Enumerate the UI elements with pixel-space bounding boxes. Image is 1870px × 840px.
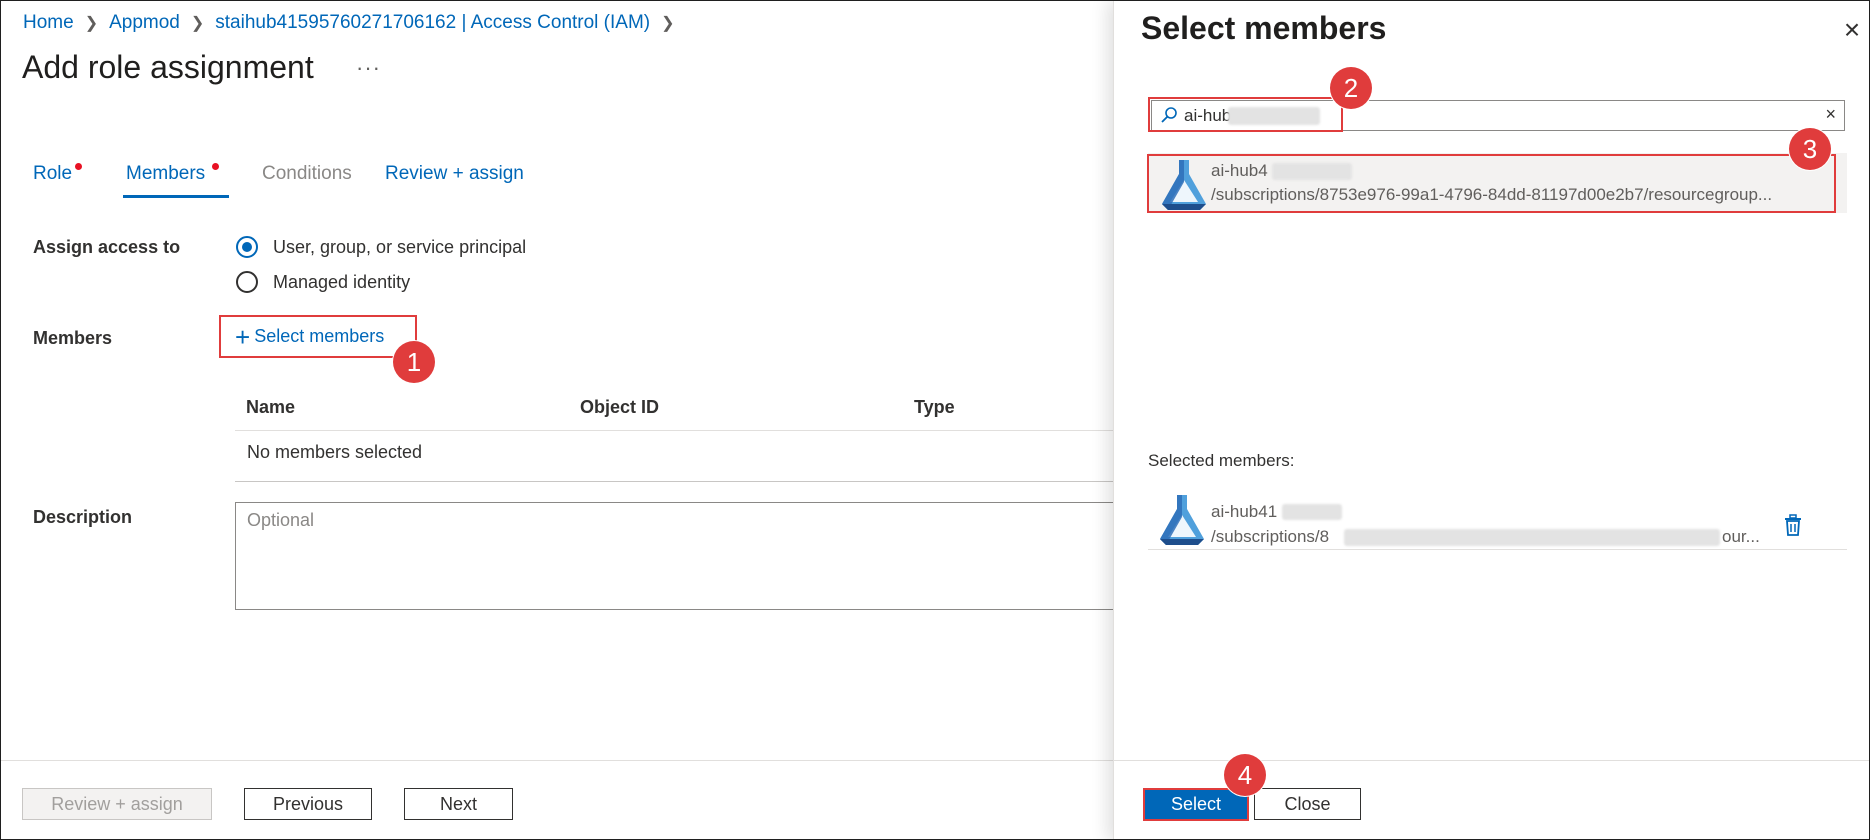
clear-icon[interactable]: × bbox=[1825, 104, 1836, 125]
result-highlight-box bbox=[1147, 154, 1836, 213]
footer-divider bbox=[1, 760, 1113, 761]
selected-members-label: Selected members: bbox=[1148, 451, 1295, 470]
review-assign-button[interactable]: Review + assign bbox=[22, 788, 212, 820]
search-highlight-box bbox=[1148, 97, 1343, 132]
trash-icon[interactable] bbox=[1782, 513, 1804, 537]
empty-state-text: No members selected bbox=[247, 442, 423, 462]
members-label: Members bbox=[33, 328, 113, 348]
tab-members-label: Members bbox=[126, 163, 206, 184]
selected-path-suffix: our... bbox=[1722, 527, 1760, 546]
more-options-icon[interactable]: ··· bbox=[356, 55, 381, 81]
step-badge-3: 3 bbox=[1789, 128, 1831, 170]
column-name: Name bbox=[246, 397, 296, 417]
chevron-right-icon: ❯ bbox=[84, 15, 99, 32]
tab-members[interactable]: Members bbox=[126, 163, 219, 185]
step-badge-4: 4 bbox=[1224, 754, 1266, 796]
radio-managed-identity-label[interactable]: Managed identity bbox=[273, 272, 410, 293]
chevron-right-icon: ❯ bbox=[661, 15, 675, 32]
page-title: Add role assignment bbox=[22, 49, 314, 85]
description-textarea[interactable]: Optional bbox=[235, 502, 1115, 610]
panel-title: Select members bbox=[1141, 10, 1387, 46]
active-tab-indicator bbox=[123, 195, 229, 198]
main-page: Home ❯ Appmod ❯ staihub41595760271706162 | A… bbox=[1, 1, 1115, 839]
close-icon[interactable]: × bbox=[1839, 16, 1865, 44]
select-members-panel: Select members × × 2 ai-hub4 /subscripti… bbox=[1113, 1, 1869, 839]
panel-footer-divider bbox=[1114, 760, 1869, 761]
column-type: Type bbox=[914, 397, 955, 417]
description-label: Description bbox=[33, 507, 133, 527]
breadcrumb-home[interactable]: Home bbox=[23, 12, 74, 34]
select-members-label: Select members bbox=[254, 326, 385, 346]
table-row: No members selected bbox=[235, 431, 1115, 482]
radio-managed-identity[interactable] bbox=[236, 271, 258, 293]
selected-name: ai-hub41 bbox=[1211, 502, 1278, 521]
next-button[interactable]: Next bbox=[404, 788, 513, 820]
tab-review-assign[interactable]: Review + assign bbox=[385, 163, 524, 185]
tab-role[interactable]: Role bbox=[33, 163, 82, 185]
step-badge-2: 2 bbox=[1330, 67, 1372, 109]
selected-member-item: ai-hub41 /subscriptions/8 our... bbox=[1148, 488, 1847, 550]
breadcrumb: Home ❯ Appmod ❯ staihub41595760271706162 | A… bbox=[23, 12, 686, 34]
step-badge-1: 1 bbox=[393, 341, 435, 383]
radio-user-group-sp[interactable] bbox=[236, 236, 258, 258]
tab-conditions-label: Conditions bbox=[262, 163, 352, 184]
selected-path-prefix: /subscriptions/8 bbox=[1211, 527, 1330, 546]
tab-conditions[interactable]: Conditions bbox=[262, 163, 352, 185]
app-window: Home ❯ Appmod ❯ staihub41595760271706162 | A… bbox=[0, 0, 1870, 840]
required-dot bbox=[212, 163, 219, 170]
redacted-text bbox=[1282, 504, 1342, 520]
close-button[interactable]: Close bbox=[1254, 788, 1361, 820]
breadcrumb-iam[interactable]: staihub41595760271706162 | Access Contro… bbox=[215, 12, 650, 34]
select-members-link[interactable]: + Select members bbox=[219, 315, 417, 358]
tab-role-label: Role bbox=[33, 163, 73, 184]
chevron-right-icon: ❯ bbox=[190, 15, 205, 32]
radio-user-group-sp-label[interactable]: User, group, or service principal bbox=[273, 237, 526, 258]
required-dot bbox=[75, 163, 82, 170]
assign-access-label: Assign access to bbox=[33, 237, 181, 257]
column-object-id: Object ID bbox=[580, 397, 660, 417]
previous-button[interactable]: Previous bbox=[244, 788, 372, 820]
breadcrumb-appmod[interactable]: Appmod bbox=[109, 12, 180, 34]
tab-review-assign-label: Review + assign bbox=[385, 163, 524, 184]
ai-hub-icon bbox=[1160, 495, 1204, 545]
redacted-text bbox=[1344, 529, 1720, 546]
plus-icon: + bbox=[235, 321, 251, 352]
members-table-header: Name Object ID Type bbox=[235, 393, 1115, 431]
